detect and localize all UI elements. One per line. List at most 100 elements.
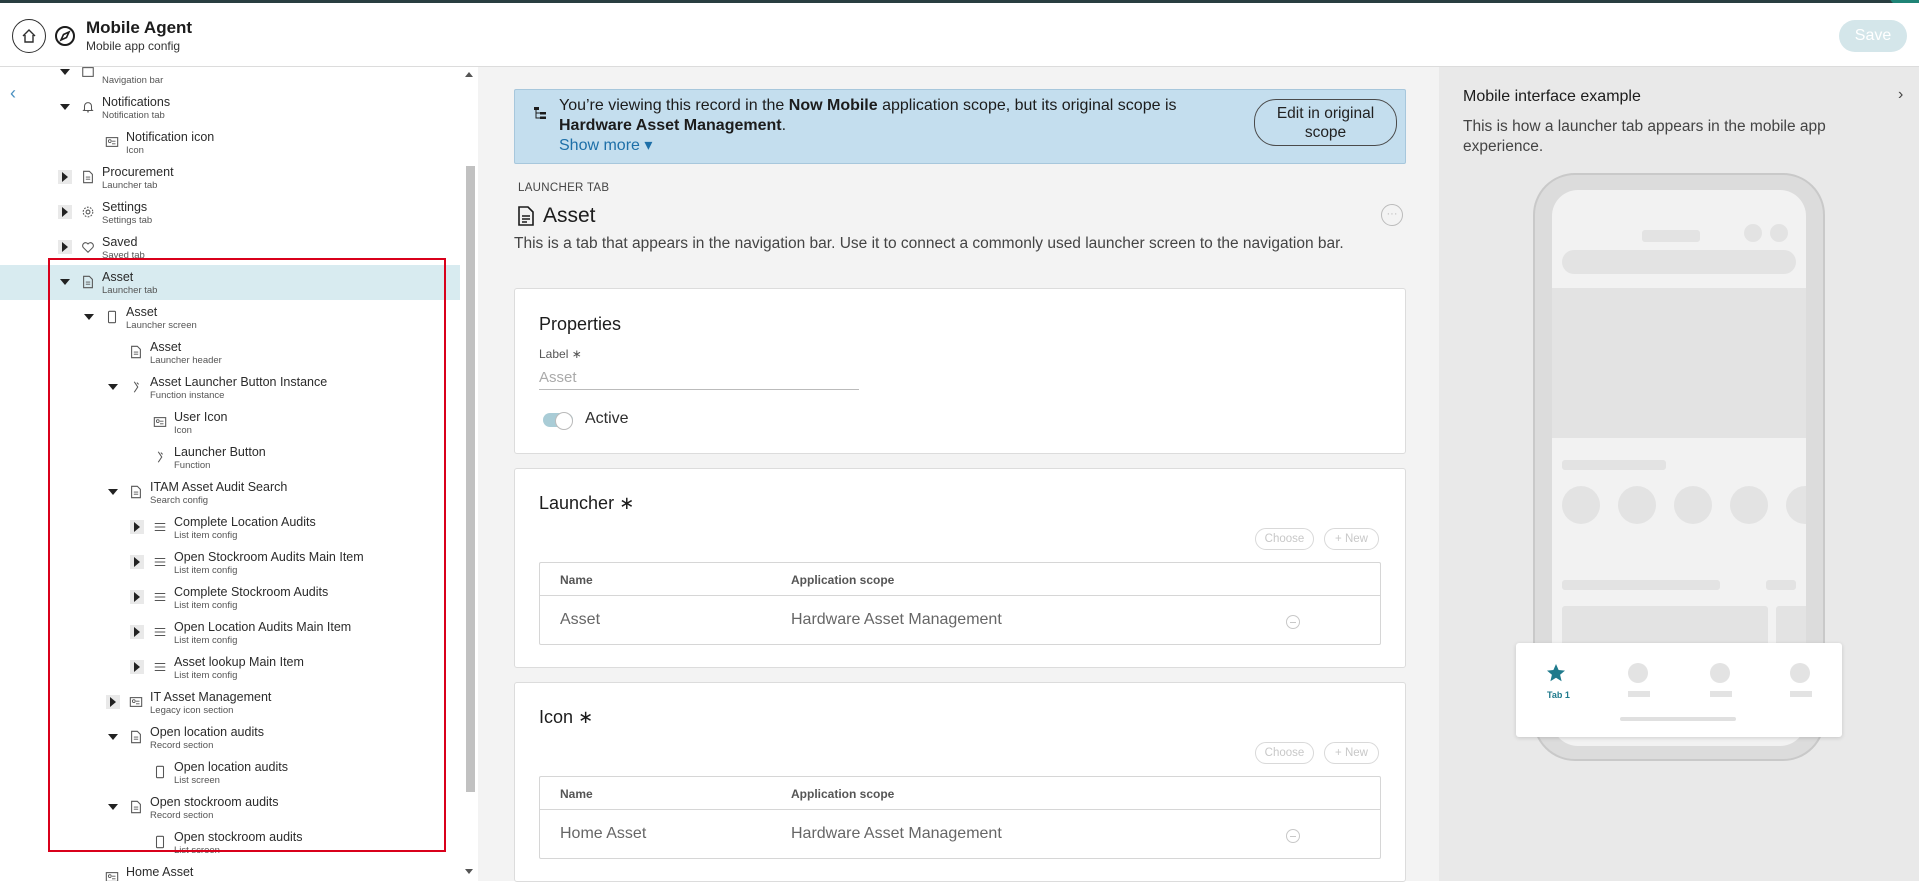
- tree-item[interactable]: Settings Settings tab: [0, 195, 460, 230]
- star-icon: [1547, 664, 1565, 682]
- tree-item[interactable]: Navigation bar: [0, 67, 460, 90]
- caret-right-icon[interactable]: [130, 660, 144, 674]
- launcher-card: Launcher ∗ Choose + New Name Application…: [514, 468, 1406, 668]
- banner-text-end: .: [781, 117, 787, 134]
- caret-down-icon[interactable]: [82, 310, 96, 324]
- caret-down-icon[interactable]: [106, 800, 120, 814]
- tree-item[interactable]: Open location audits Record section: [0, 720, 460, 755]
- caret-right-icon[interactable]: [130, 555, 144, 569]
- tree-item[interactable]: Saved Saved tab: [0, 230, 460, 265]
- tree-item-type: List item config: [174, 670, 238, 681]
- icon-table: Name Application scope Home Asset Hardwa…: [539, 776, 1381, 859]
- placeholder-tab-label: [1628, 691, 1650, 697]
- tree-item-title: Complete Location Audits: [174, 515, 316, 529]
- home-icon: [22, 29, 36, 43]
- tree-item[interactable]: Asset Launcher screen: [0, 300, 460, 335]
- placeholder-tab-icon: [1628, 663, 1648, 683]
- caret-right-icon[interactable]: [130, 625, 144, 639]
- caret-right-icon[interactable]: [106, 695, 120, 709]
- caret-right-icon[interactable]: [58, 205, 72, 219]
- tree-item-type: Icon: [126, 145, 144, 156]
- more-options-icon[interactable]: ···: [1381, 204, 1403, 226]
- tree-item[interactable]: Asset lookup Main Item List item config: [0, 650, 460, 685]
- required-mark: ∗: [619, 493, 635, 513]
- launcher-choose-button[interactable]: Choose: [1255, 528, 1314, 550]
- active-toggle[interactable]: [543, 412, 573, 430]
- tree-item[interactable]: IT Asset Management Legacy icon section: [0, 685, 460, 720]
- tree-item-title: Settings: [102, 200, 148, 214]
- tree-item[interactable]: Home AssetIcon: [0, 860, 460, 881]
- tree-item-title: User Icon: [174, 410, 228, 424]
- caret-right-icon[interactable]: [130, 520, 144, 534]
- document-icon: [128, 344, 144, 360]
- home-button[interactable]: [12, 19, 46, 53]
- column-header-name: Name: [560, 787, 593, 801]
- scope-banner: You’re viewing this record in the Now Mo…: [514, 89, 1406, 164]
- tree-item-type: List screen: [174, 775, 220, 786]
- tree-item[interactable]: Complete Stockroom Audits List item confi…: [0, 580, 460, 615]
- skeleton-avatar: [1770, 224, 1788, 242]
- tree-item-type: Record section: [150, 810, 214, 821]
- launcher-new-button[interactable]: + New: [1324, 528, 1379, 550]
- scroll-up-icon[interactable]: [465, 72, 473, 77]
- record-title: Asset: [517, 204, 596, 228]
- tree-item[interactable]: Notifications Notification tab: [0, 90, 460, 125]
- scroll-down-icon[interactable]: [465, 869, 473, 874]
- tree-item[interactable]: Open Stockroom Audits Main Item List item…: [0, 545, 460, 580]
- save-button[interactable]: Save: [1839, 20, 1907, 52]
- label-field-label: Label ∗: [539, 347, 582, 361]
- tree-item[interactable]: Open stockroom audits List screen: [0, 825, 460, 860]
- tree-item-type: Launcher screen: [126, 320, 197, 331]
- tree-item-title: ITAM Asset Audit Search: [150, 480, 288, 494]
- tree-item[interactable]: Asset Launcher header: [0, 335, 460, 370]
- icon-new-button[interactable]: + New: [1324, 742, 1379, 764]
- tree-item[interactable]: Asset Launcher tab: [0, 265, 460, 300]
- bell-icon: [80, 99, 96, 115]
- show-more-link[interactable]: Show more ▾: [559, 135, 652, 155]
- edit-in-original-scope-button[interactable]: Edit in original scope: [1254, 99, 1397, 146]
- tree-item-type: Launcher tab: [102, 180, 158, 191]
- caret-down-icon[interactable]: [106, 485, 120, 499]
- launcher-row-name[interactable]: Asset: [560, 611, 600, 629]
- tree-item-title: Notifications: [102, 95, 171, 109]
- tree-item[interactable]: Open location audits List screen: [0, 755, 460, 790]
- tree-item-type: List item config: [174, 565, 238, 576]
- banner-original-scope: Hardware Asset Management: [559, 117, 782, 134]
- icon-row-name[interactable]: Home Asset: [560, 825, 646, 843]
- document-icon: [128, 484, 144, 500]
- tree-item[interactable]: Open stockroom audits Record section: [0, 790, 460, 825]
- caret-right-icon[interactable]: [130, 590, 144, 604]
- remove-icon[interactable]: [1286, 615, 1300, 629]
- tree-item[interactable]: Open Location Audits Main Item List item …: [0, 615, 460, 650]
- icon-title: Icon ∗: [539, 707, 593, 728]
- placeholder-tab-label: [1790, 691, 1812, 697]
- banner-text-middle: application scope, but its original scop…: [877, 97, 1177, 114]
- record-description: This is a tab that appears in the naviga…: [514, 235, 1344, 252]
- caret-down-icon[interactable]: [106, 380, 120, 394]
- tree-scroll-thumb[interactable]: [466, 166, 475, 792]
- caret-down-icon[interactable]: [58, 67, 72, 79]
- icon-choose-button[interactable]: Choose: [1255, 742, 1314, 764]
- tree-item[interactable]: User Icon Icon: [0, 405, 460, 440]
- properties-title: Properties: [539, 314, 622, 334]
- tree-item[interactable]: Launcher Button Function: [0, 440, 460, 475]
- chevron-right-icon[interactable]: ›: [1898, 86, 1903, 104]
- label-input[interactable]: Asset: [539, 367, 859, 390]
- remove-icon[interactable]: [1286, 829, 1300, 843]
- tree-item[interactable]: Complete Location Audits List item config: [0, 510, 460, 545]
- caret-down-icon[interactable]: [58, 100, 72, 114]
- tree-item[interactable]: Asset Launcher Button Instance Function i…: [0, 370, 460, 405]
- caret-right-icon[interactable]: [58, 240, 72, 254]
- caret-right-icon[interactable]: [58, 170, 72, 184]
- function-icon: [128, 379, 144, 395]
- tree-item[interactable]: Procurement Launcher tab: [0, 160, 460, 195]
- tree-item[interactable]: ITAM Asset Audit Search Search config: [0, 475, 460, 510]
- tree-item-title: Asset: [126, 305, 158, 319]
- launcher-title-text: Launcher: [539, 493, 615, 513]
- list-icon: [152, 519, 168, 535]
- collapse-left-icon[interactable]: ‹: [10, 84, 24, 102]
- tree-item[interactable]: Notification icon Icon: [0, 125, 460, 160]
- caret-down-icon[interactable]: [106, 730, 120, 744]
- preview-title: Mobile interface example: [1463, 88, 1641, 105]
- caret-down-icon[interactable]: [58, 275, 72, 289]
